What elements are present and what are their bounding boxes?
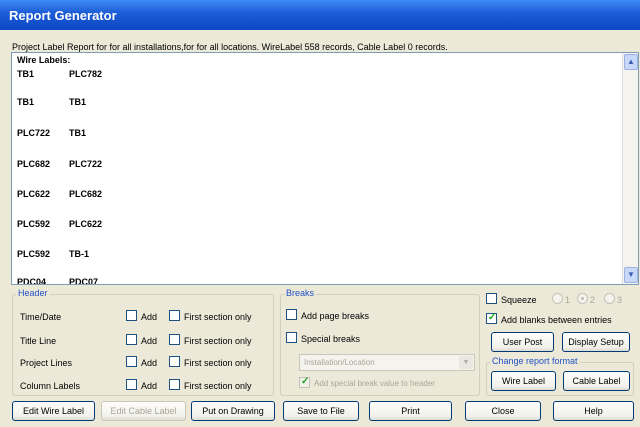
squeeze-radio-2-label: 2 xyxy=(590,295,596,305)
close-button[interactable]: Close xyxy=(465,401,541,421)
squeeze-radio-3-label: 3 xyxy=(617,295,623,305)
report-row: PLC592 PLC622 xyxy=(17,219,103,229)
scroll-down-icon[interactable]: ▼ xyxy=(624,267,638,283)
squeeze-radio-1-label: 1 xyxy=(565,295,571,305)
special-break-select[interactable]: Installation/Location ▼ xyxy=(299,354,475,371)
title-line-add-checkbox[interactable] xyxy=(126,334,137,345)
title-line-first-section-label: First section only xyxy=(184,336,252,346)
report-preview[interactable]: Wire Labels: TB1 PLC782 TB1 TB1 PLC722 TB1 … xyxy=(11,52,639,285)
time-date-first-section-checkbox[interactable] xyxy=(169,310,180,321)
report-row: PDC04 PDC07 xyxy=(17,277,99,285)
time-date-add-checkbox[interactable] xyxy=(126,310,137,321)
time-date-label: Time/Date xyxy=(20,312,62,322)
save-to-file-button[interactable]: Save to File xyxy=(283,401,359,421)
squeeze-checkbox[interactable] xyxy=(486,293,497,304)
edit-cable-label-button[interactable]: Edit Cable Label xyxy=(101,401,186,421)
help-button[interactable]: Help xyxy=(553,401,634,421)
title-line-add-label: Add xyxy=(141,336,158,346)
wire-label-button[interactable]: Wire Label xyxy=(491,371,556,391)
report-heading: Wire Labels: xyxy=(17,55,71,65)
column-labels-first-section-checkbox[interactable] xyxy=(169,379,180,390)
time-date-add-label: Add xyxy=(141,312,158,322)
report-row: PLC682 PLC722 xyxy=(17,159,103,169)
project-lines-first-section-label: First section only xyxy=(184,358,252,368)
change-format-label: Change report format xyxy=(490,356,580,366)
report-row: PLC722 TB1 xyxy=(17,128,87,138)
add-page-breaks-checkbox[interactable] xyxy=(286,309,297,320)
chevron-down-icon[interactable]: ▼ xyxy=(459,356,473,369)
squeeze-radio-2[interactable] xyxy=(577,293,588,304)
squeeze-label: Squeeze xyxy=(501,295,537,305)
time-date-first-section-label: First section only xyxy=(184,312,252,322)
squeeze-radio-3[interactable] xyxy=(604,293,615,304)
report-row: TB1 TB1 xyxy=(17,97,87,107)
user-post-button[interactable]: User Post xyxy=(491,332,554,352)
window-title-bar[interactable]: Report Generator xyxy=(0,0,640,30)
add-page-breaks-label: Add page breaks xyxy=(301,311,370,321)
report-row: PLC622 PLC682 xyxy=(17,189,103,199)
add-special-break-value-label: Add special break value to header xyxy=(314,379,435,388)
header-group-label: Header xyxy=(16,288,50,298)
column-labels-label: Column Labels xyxy=(20,381,81,391)
window-title: Report Generator xyxy=(9,8,117,23)
scroll-up-icon[interactable]: ▲ xyxy=(624,54,638,70)
project-lines-first-section-checkbox[interactable] xyxy=(169,356,180,367)
column-labels-first-section-label: First section only xyxy=(184,381,252,391)
breaks-group-label: Breaks xyxy=(284,288,317,298)
report-summary: Project Label Report for for all install… xyxy=(12,42,448,52)
edit-wire-label-button[interactable]: Edit Wire Label xyxy=(12,401,95,421)
report-scrollbar[interactable]: ▲ ▼ xyxy=(622,53,638,284)
report-row: TB1 PLC782 xyxy=(17,69,103,79)
project-lines-label: Project Lines xyxy=(20,358,73,368)
project-lines-add-label: Add xyxy=(141,358,158,368)
special-break-select-value: Installation/Location xyxy=(304,358,375,367)
title-line-first-section-checkbox[interactable] xyxy=(169,334,180,345)
display-setup-button[interactable]: Display Setup xyxy=(562,332,630,352)
title-line-label: Title Line xyxy=(20,336,57,346)
column-labels-add-checkbox[interactable] xyxy=(126,379,137,390)
special-breaks-label: Special breaks xyxy=(301,334,361,344)
cable-label-button[interactable]: Cable Label xyxy=(563,371,630,391)
add-blanks-checkbox[interactable] xyxy=(486,312,497,324)
add-blanks-label: Add blanks between entries xyxy=(501,315,612,325)
column-labels-add-label: Add xyxy=(141,381,158,391)
put-on-drawing-button[interactable]: Put on Drawing xyxy=(191,401,275,421)
add-special-break-value-checkbox[interactable] xyxy=(299,376,310,388)
special-breaks-checkbox[interactable] xyxy=(286,332,297,343)
report-row: PLC592 TB-1 xyxy=(17,249,89,259)
print-button[interactable]: Print xyxy=(369,401,452,421)
squeeze-radio-1[interactable] xyxy=(552,293,563,304)
project-lines-add-checkbox[interactable] xyxy=(126,356,137,367)
